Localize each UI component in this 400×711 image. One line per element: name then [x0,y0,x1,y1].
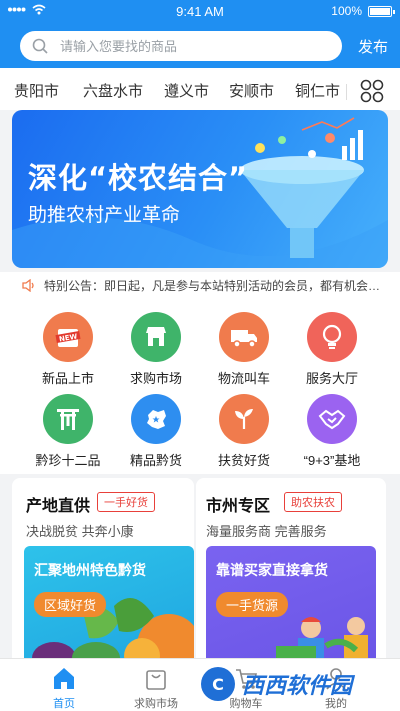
card-city-zone[interactable]: 市州专区 助农扶农 海量服务商 完善服务 靠谱买家直接拿货 一手货源 [196,478,386,668]
banner-title: 深化“校农结合” [28,161,249,195]
battery-icon [368,5,395,17]
card-origin-supply[interactable]: 产地直供 一手好货 决战脱贫 共奔小康 汇聚地州特色黔货 区域好货 [12,478,194,668]
card-description: 海量服务商 完善服务 [206,524,327,539]
city-tab-tongren[interactable]: 铜仁市 [295,80,340,101]
map-icon [131,394,181,444]
tab-label: 首页 [53,698,75,710]
more-cities-icon[interactable] [360,79,384,103]
watermark-text: 西西软件园 [242,674,353,699]
quick-link-twelve-treasures[interactable]: 黔珍十二品 [28,394,108,469]
speaker-icon [22,278,34,292]
battery-percent: 100% [331,4,362,18]
city-divider [346,84,347,100]
search-bar[interactable] [20,31,342,61]
city-tab-anshun[interactable]: 安顺市 [229,80,274,101]
quick-link-logistics[interactable]: 物流叫车 [204,312,284,387]
card-image: 汇聚地州特色黔货 区域好货 [24,546,194,668]
quick-link-label: 黔珍十二品 [35,453,101,468]
card-image-pill: 一手货源 [216,592,289,617]
quick-link-label: 新品上市 [41,371,94,386]
app-header: 9:41 AM 100% 发布 [0,0,400,68]
card-tag: 一手好货 [97,492,155,512]
quick-link-quality-goods[interactable]: 精品黔货 [116,394,196,469]
new-badge-icon: NEW [43,312,93,362]
quick-link-label: 求购市场 [129,371,182,386]
watermark-logo: C 西西软件园 [198,662,394,706]
battery-group: 100% [331,4,395,18]
quick-link-label: 物流叫车 [217,371,270,386]
sprout-icon [219,394,269,444]
search-input[interactable] [60,38,320,54]
tab-home[interactable]: 首页 [14,659,114,711]
quick-link-service-hall[interactable]: 服务大厅 [292,312,372,387]
city-tab-guiyang[interactable]: 贵阳市 [14,80,59,101]
card-title: 市州专区 [206,498,271,515]
card-tag: 助农扶农 [284,492,342,512]
card-image-title: 靠谱买家直接拿货 [216,562,328,578]
publish-button[interactable]: 发布 [358,36,388,57]
svg-text:C: C [212,675,224,694]
card-title: 产地直供 [26,498,91,515]
announcement-bar[interactable]: 特别公告：即日起，凡是参与本站特别活动的会员，都有机会参与抽... [0,272,400,298]
city-tab-zunyi[interactable]: 遵义市 [164,80,209,101]
gate-icon [43,394,93,444]
card-image-pill: 区域好货 [34,592,107,617]
card-description: 决战脱贫 共奔小康 [26,524,134,539]
quick-link-label: 服务大厅 [305,371,358,386]
city-tab-liupanshui[interactable]: 六盘水市 [83,80,143,101]
truck-icon [219,312,269,362]
quick-link-label: 精品黔货 [129,453,182,468]
tab-label: 求购市场 [134,698,178,710]
lightbulb-icon [307,312,357,362]
handshake-icon [307,394,357,444]
quick-link-base-93[interactable]: “9+3”基地 [292,394,372,469]
quick-link-new-products[interactable]: NEW 新品上市 [28,312,108,387]
card-image-title: 汇聚地州特色黔货 [34,562,146,578]
status-bar: 9:41 AM 100% [0,0,400,22]
promo-banner[interactable]: 深化“校农结合” 助推农村产业革命 [12,110,388,268]
banner-subtitle: 助推农村产业革命 [28,205,181,226]
watermark-emblem-icon: C [201,667,235,701]
announcement-text: 特别公告：即日起，凡是参与本站特别活动的会员，都有机会参与抽... [44,278,384,293]
home-icon [54,668,74,689]
store-icon [131,312,181,362]
quick-link-label: “9+3”基地 [303,453,361,468]
search-icon [32,38,48,54]
quick-link-poverty-relief[interactable]: 扶贫好货 [204,394,284,469]
shopping-bag-icon [146,670,166,690]
quick-link-label: 扶贫好货 [217,453,270,468]
tab-purchase-market[interactable]: 求购市场 [106,659,206,711]
quick-link-purchase-market[interactable]: 求购市场 [116,312,196,387]
card-image: 靠谱买家直接拿货 一手货源 [206,546,376,668]
